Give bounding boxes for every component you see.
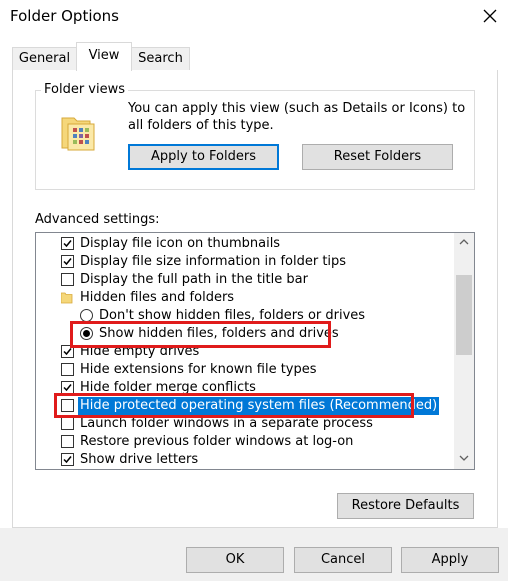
setting-label: Hide extensions for known file types [80,362,317,377]
highlight-box-show-hidden [70,321,331,348]
setting-display-full-path[interactable]: Display the full path in the title bar [36,271,454,289]
tab-general[interactable]: General [12,47,77,70]
setting-display-file-icon[interactable]: Display file icon on thumbnails [36,235,454,253]
scrollbar-thumb[interactable] [456,275,472,355]
cancel-button[interactable]: Cancel [294,547,392,573]
setting-label: Display file icon on thumbnails [80,236,281,251]
checkmark-icon [63,456,72,464]
setting-label: Restore previous folder windows at log-o… [80,434,354,449]
setting-group-hidden-files: Hidden files and folders [36,289,454,307]
setting-show-drive-letters[interactable]: Show drive letters [36,451,454,469]
setting-label: Display the full path in the title bar [80,272,308,287]
checkbox[interactable] [61,273,74,286]
chevron-down-icon[interactable] [459,455,469,461]
setting-label: Hidden files and folders [80,290,235,305]
vertical-scrollbar[interactable] [454,233,474,469]
setting-display-file-size[interactable]: Display file size information in folder … [36,253,454,271]
checkbox[interactable] [61,435,74,448]
close-icon [483,9,497,23]
advanced-settings-tree: Display file icon on thumbnails Display … [35,232,475,470]
chevron-up-icon[interactable] [459,239,469,245]
checkbox[interactable] [61,237,74,250]
folder-views-icon [60,112,98,152]
apply-button[interactable]: Apply [401,547,499,573]
highlight-box-protected-files [54,393,414,418]
checkbox[interactable] [61,453,74,466]
window-title: Folder Options [10,7,119,25]
advanced-settings-label: Advanced settings: [35,212,160,227]
folder-views-legend: Folder views [41,82,129,97]
reset-folders-button[interactable]: Reset Folders [302,144,453,170]
apply-to-folders-button[interactable]: Apply to Folders [128,144,279,170]
checkbox[interactable] [61,417,74,430]
tab-view[interactable]: View [76,42,132,71]
restore-defaults-button[interactable]: Restore Defaults [337,493,474,519]
checkbox[interactable] [61,255,74,268]
setting-restore-previous-windows[interactable]: Restore previous folder windows at log-o… [36,433,454,451]
folder-views-description: You can apply this view (such as Details… [128,101,466,133]
folder-icon [61,292,73,304]
ok-button[interactable]: OK [186,547,284,573]
setting-label: Display file size information in folder … [80,254,347,269]
close-button[interactable] [478,4,502,28]
checkmark-icon [63,258,72,266]
tab-search[interactable]: Search [131,47,190,70]
setting-label: Show drive letters [80,452,199,467]
setting-hide-extensions[interactable]: Hide extensions for known file types [36,361,454,379]
checkbox[interactable] [61,363,74,376]
checkmark-icon [63,384,72,392]
checkmark-icon [63,240,72,248]
